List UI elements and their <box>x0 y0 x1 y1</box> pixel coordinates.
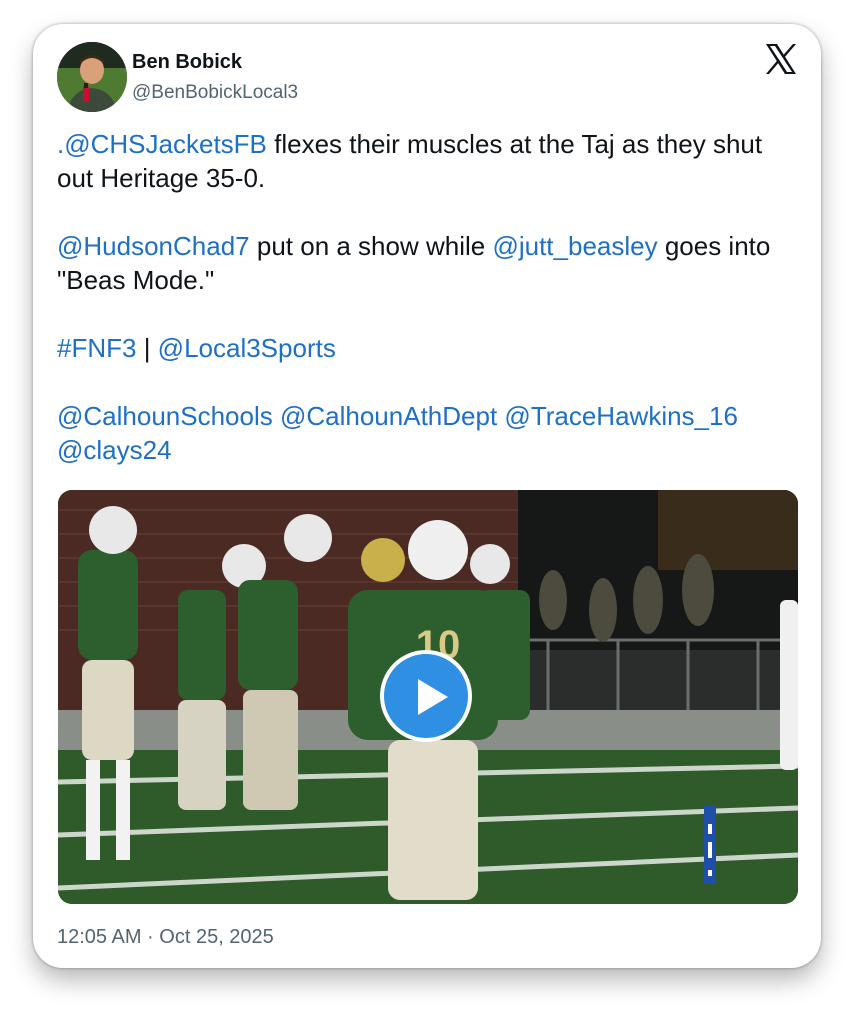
separator-text: | <box>136 333 158 363</box>
tweet-paragraph-4: @CalhounSchools @CalhounAthDept @TraceHa… <box>57 399 801 467</box>
author-avatar[interactable] <box>57 42 127 112</box>
tweet-timestamp[interactable]: 12:05 AM · Oct 25, 2025 <box>57 926 274 949</box>
tweet-paragraph-3: #FNF3 | @Local3Sports <box>57 331 801 365</box>
tweet-paragraph-2: @HudsonChad7 put on a show while @jutt_b… <box>57 229 801 297</box>
tweet-paragraph-1: .@CHSJacketsFB flexes their muscles at t… <box>57 127 801 195</box>
mention-link[interactable]: @TraceHawkins_16 <box>504 401 738 431</box>
mention-link[interactable]: @CalhounSchools <box>57 401 273 431</box>
avatar-photo <box>57 42 127 112</box>
play-icon[interactable] <box>380 650 472 742</box>
mention-link[interactable]: @CalhounAthDept <box>280 401 497 431</box>
x-logo-icon[interactable] <box>764 42 798 76</box>
mention-link[interactable]: @Local3Sports <box>158 333 336 363</box>
tweet-text: .@CHSJacketsFB flexes their muscles at t… <box>57 127 801 467</box>
author-name[interactable]: Ben Bobick <box>132 51 242 74</box>
mention-link[interactable]: @CHSJacketsFB <box>64 129 267 159</box>
hashtag-link[interactable]: #FNF3 <box>57 333 136 363</box>
video-player[interactable]: 10 <box>58 490 798 904</box>
mention-link[interactable]: @clays24 <box>57 435 172 465</box>
mention-link[interactable]: @jutt_beasley <box>492 231 657 261</box>
author-handle[interactable]: @BenBobickLocal3 <box>132 82 298 104</box>
mention-link[interactable]: @HudsonChad7 <box>57 231 250 261</box>
tweet-body-text: put on a show while <box>249 231 493 261</box>
tweet-card: Ben Bobick @BenBobickLocal3 .@CHSJackets… <box>33 24 821 968</box>
